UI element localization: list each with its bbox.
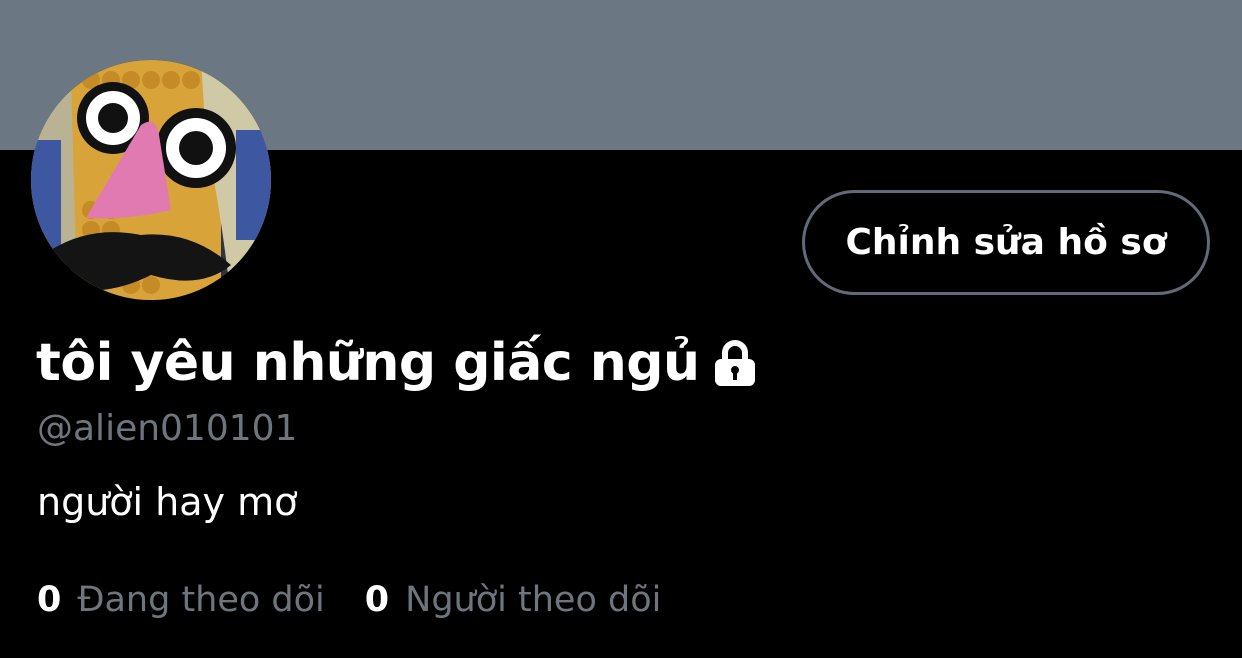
profile-bio: người hay mơ — [37, 480, 298, 524]
edit-profile-button[interactable]: Chỉnh sửa hồ sơ — [802, 190, 1210, 295]
avatar[interactable] — [31, 60, 271, 300]
display-name-row: tôi yêu những giấc ngủ — [36, 333, 760, 393]
followers-label: Người theo dõi — [405, 580, 662, 620]
profile-page: Chỉnh sửa hồ sơ tôi yêu những giấc ngủ @… — [0, 0, 1242, 658]
followers-stat[interactable]: 0 Người theo dõi — [365, 580, 662, 620]
followers-count: 0 — [364, 580, 390, 620]
profile-handle: @alien010101 — [37, 408, 298, 449]
avatar-image — [31, 60, 271, 300]
profile-stats: 0 Đang theo dõi 0 Người theo dõi — [37, 580, 701, 620]
following-count: 0 — [37, 580, 62, 620]
following-stat[interactable]: 0 Đang theo dõi — [37, 580, 325, 620]
lock-icon — [710, 338, 760, 388]
display-name: tôi yêu những giấc ngủ — [36, 333, 700, 393]
following-label: Đang theo dõi — [77, 580, 325, 620]
